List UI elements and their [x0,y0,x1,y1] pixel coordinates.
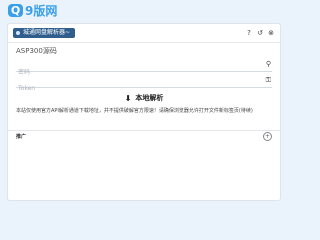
site-name: 9版网 [25,4,58,18]
header-actions: ? ↺ ⊗ [245,29,275,37]
expand-plus-icon[interactable]: + [263,131,272,141]
link-icon[interactable]: ⚲ [266,60,271,68]
ad-label: 推广 [16,133,27,140]
source-label: ASP300源码 [16,47,57,55]
token-field-row: ⚿ [16,75,272,95]
notice-text: 本站仅使用官方API解析通道下载地址，并不提供破解官方限速！请确保浏览器允许打开… [16,108,253,114]
panel-header: 城通网盘解析器 ~ ? ↺ ⊗ [8,24,280,43]
key-icon[interactable]: ⚿ [266,76,271,85]
brand-logo[interactable]: Q 9版网 [8,2,57,19]
menu-dot-icon [16,31,20,35]
parse-button-label: 本地解析 [135,94,164,102]
history-icon[interactable]: ↺ [256,29,264,37]
close-circle-icon[interactable]: ⊗ [267,29,275,37]
chevron-down-icon: ~ [65,29,71,36]
parser-menu-button[interactable]: 城通网盘解析器 ~ [13,28,76,38]
password-field-row: ⚲ [16,59,272,79]
help-circle-icon[interactable]: ? [245,29,253,37]
token-input[interactable] [16,82,260,95]
ad-row[interactable]: 推广 + [8,130,280,141]
logo-badge: Q [8,4,23,17]
parser-menu-label: 城通网盘解析器 [23,29,66,36]
parse-button[interactable]: ⬇ 本地解析 [16,93,272,103]
parser-panel: 城通网盘解析器 ~ ? ↺ ⊗ ASP300源码 ⚲ ⚿ ⬇ 本地解析 本站仅使… [7,23,281,201]
download-icon: ⬇ [124,93,132,103]
